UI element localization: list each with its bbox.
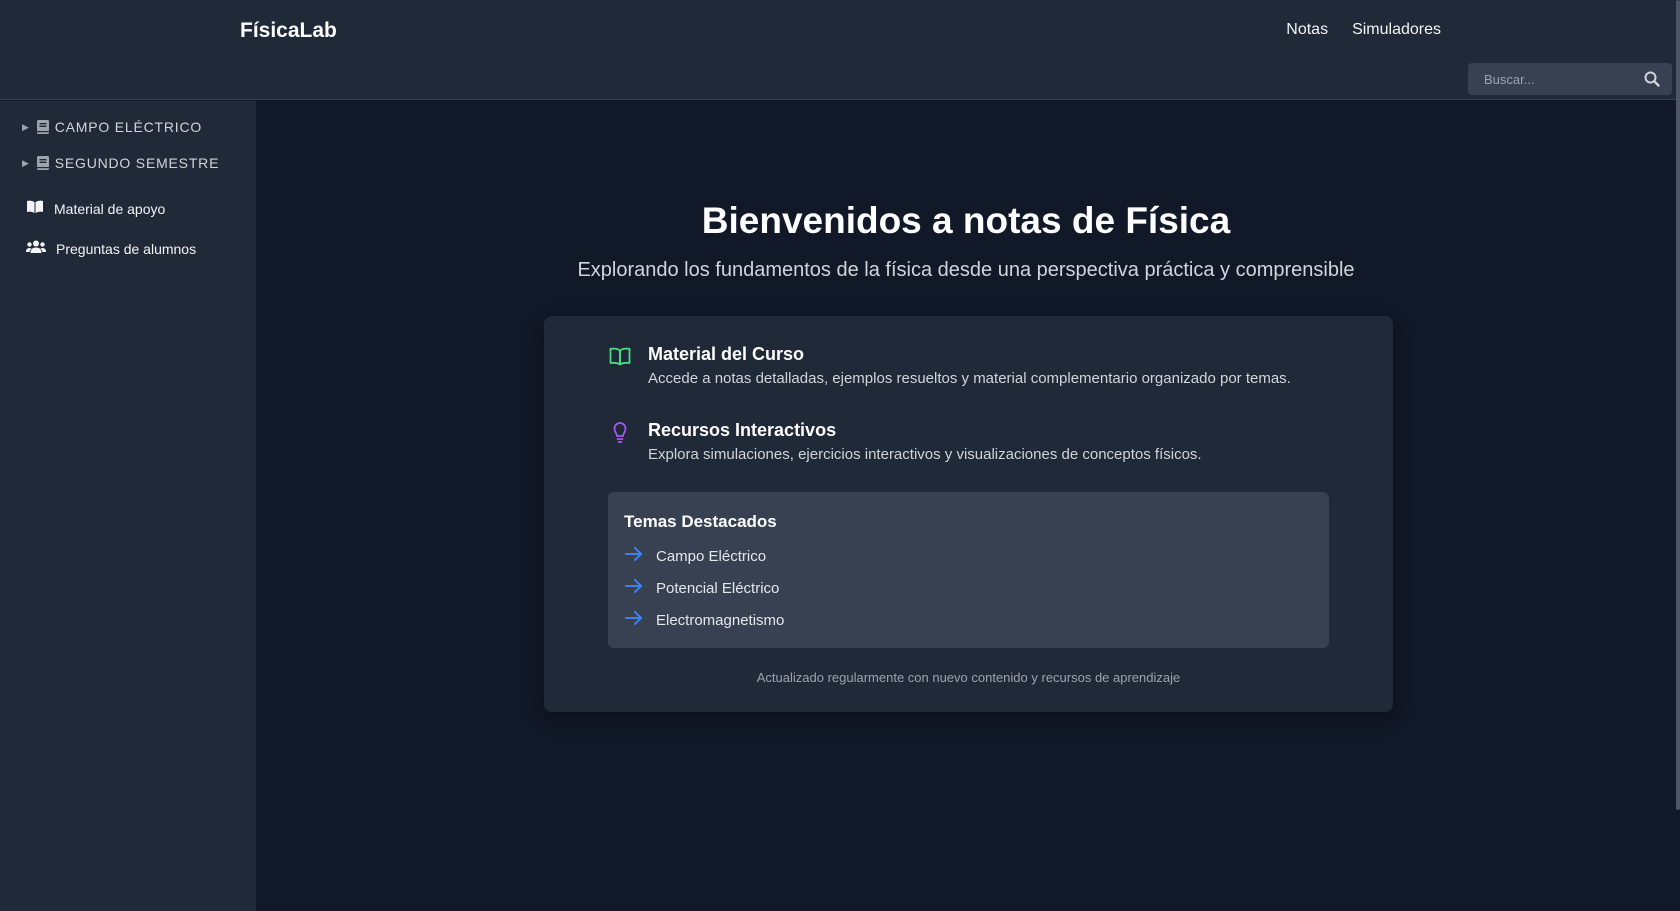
search-input[interactable] (1468, 71, 1628, 87)
arrow-right-icon (624, 610, 644, 630)
search-box (1468, 63, 1672, 95)
users-icon (26, 240, 46, 257)
card-footer-note: Actualizado regularmente con nuevo conte… (756, 670, 1181, 685)
sidebar-section-label: CAMPO ELÉCTRICO (54, 119, 203, 135)
feature-recursos-interactivos: Recursos Interactivos Explora simulacion… (608, 420, 1202, 463)
sidebar-item-preguntas-de-alumnos[interactable]: Preguntas de alumnos (26, 240, 196, 257)
top-header: FísicaLab Notas Simuladores (0, 0, 1676, 100)
scrollbar[interactable] (1676, 0, 1680, 810)
top-nav: Notas Simuladores (1286, 21, 1441, 39)
feature-description: Accede a notas detalladas, ejemplos resu… (648, 370, 1291, 387)
brand-logo[interactable]: FísicaLab (240, 19, 337, 43)
page-title: Bienvenidos a notas de Física (701, 200, 1231, 241)
feature-text: Recursos Interactivos Explora simulacion… (648, 420, 1202, 463)
feature-material-del-curso: Material del Curso Accede a notas detall… (608, 344, 1291, 387)
lightbulb-icon (608, 420, 632, 444)
topic-label: Electromagnetismo (656, 611, 785, 629)
sidebar: ▶ CAMPO ELÉCTRICO ▶ SEGUNDO SEMESTRE Mat… (0, 101, 256, 911)
sidebar-section-segundo-semestre[interactable]: ▶ SEGUNDO SEMESTRE (22, 155, 219, 171)
book-open-icon (26, 200, 44, 217)
feature-title: Material del Curso (648, 344, 805, 364)
feature-description: Explora simulaciones, ejercicios interac… (648, 446, 1202, 463)
sidebar-item-label: Material de apoyo (54, 200, 166, 217)
arrow-right-icon (624, 546, 644, 566)
feature-text: Material del Curso Accede a notas detall… (648, 344, 1291, 387)
topic-label: Campo Eléctrico (656, 547, 767, 565)
sidebar-item-label: Preguntas de alumnos (56, 240, 197, 257)
sidebar-section-label: SEGUNDO SEMESTRE (54, 155, 220, 171)
welcome-card: Material del Curso Accede a notas detall… (544, 316, 1393, 712)
topic-label: Potencial Eléctrico (656, 579, 780, 597)
topic-link-campo-electrico[interactable]: Campo Eléctrico (624, 540, 1313, 572)
feature-title: Recursos Interactivos (648, 420, 837, 440)
nav-simuladores[interactable]: Simuladores (1352, 21, 1441, 39)
arrow-right-icon (624, 578, 644, 598)
search-icon[interactable] (1642, 69, 1662, 89)
sidebar-item-material-de-apoyo[interactable]: Material de apoyo (26, 200, 165, 217)
topic-link-electromagnetismo[interactable]: Electromagnetismo (624, 604, 1313, 636)
book-open-icon (608, 344, 632, 368)
topic-link-potencial-electrico[interactable]: Potencial Eléctrico (624, 572, 1313, 604)
book-icon (36, 156, 49, 170)
sidebar-section-campo-electrico[interactable]: ▶ CAMPO ELÉCTRICO (22, 119, 202, 135)
page-subtitle: Explorando los fundamentos de la física … (577, 259, 1355, 281)
featured-topics-panel: Temas Destacados Campo Eléctrico Potenci… (608, 492, 1329, 648)
expand-arrow-icon[interactable]: ▶ (22, 122, 30, 133)
book-icon (36, 120, 49, 134)
expand-arrow-icon[interactable]: ▶ (22, 158, 30, 169)
featured-topics-title: Temas Destacados (624, 512, 777, 531)
nav-notas[interactable]: Notas (1286, 21, 1328, 39)
